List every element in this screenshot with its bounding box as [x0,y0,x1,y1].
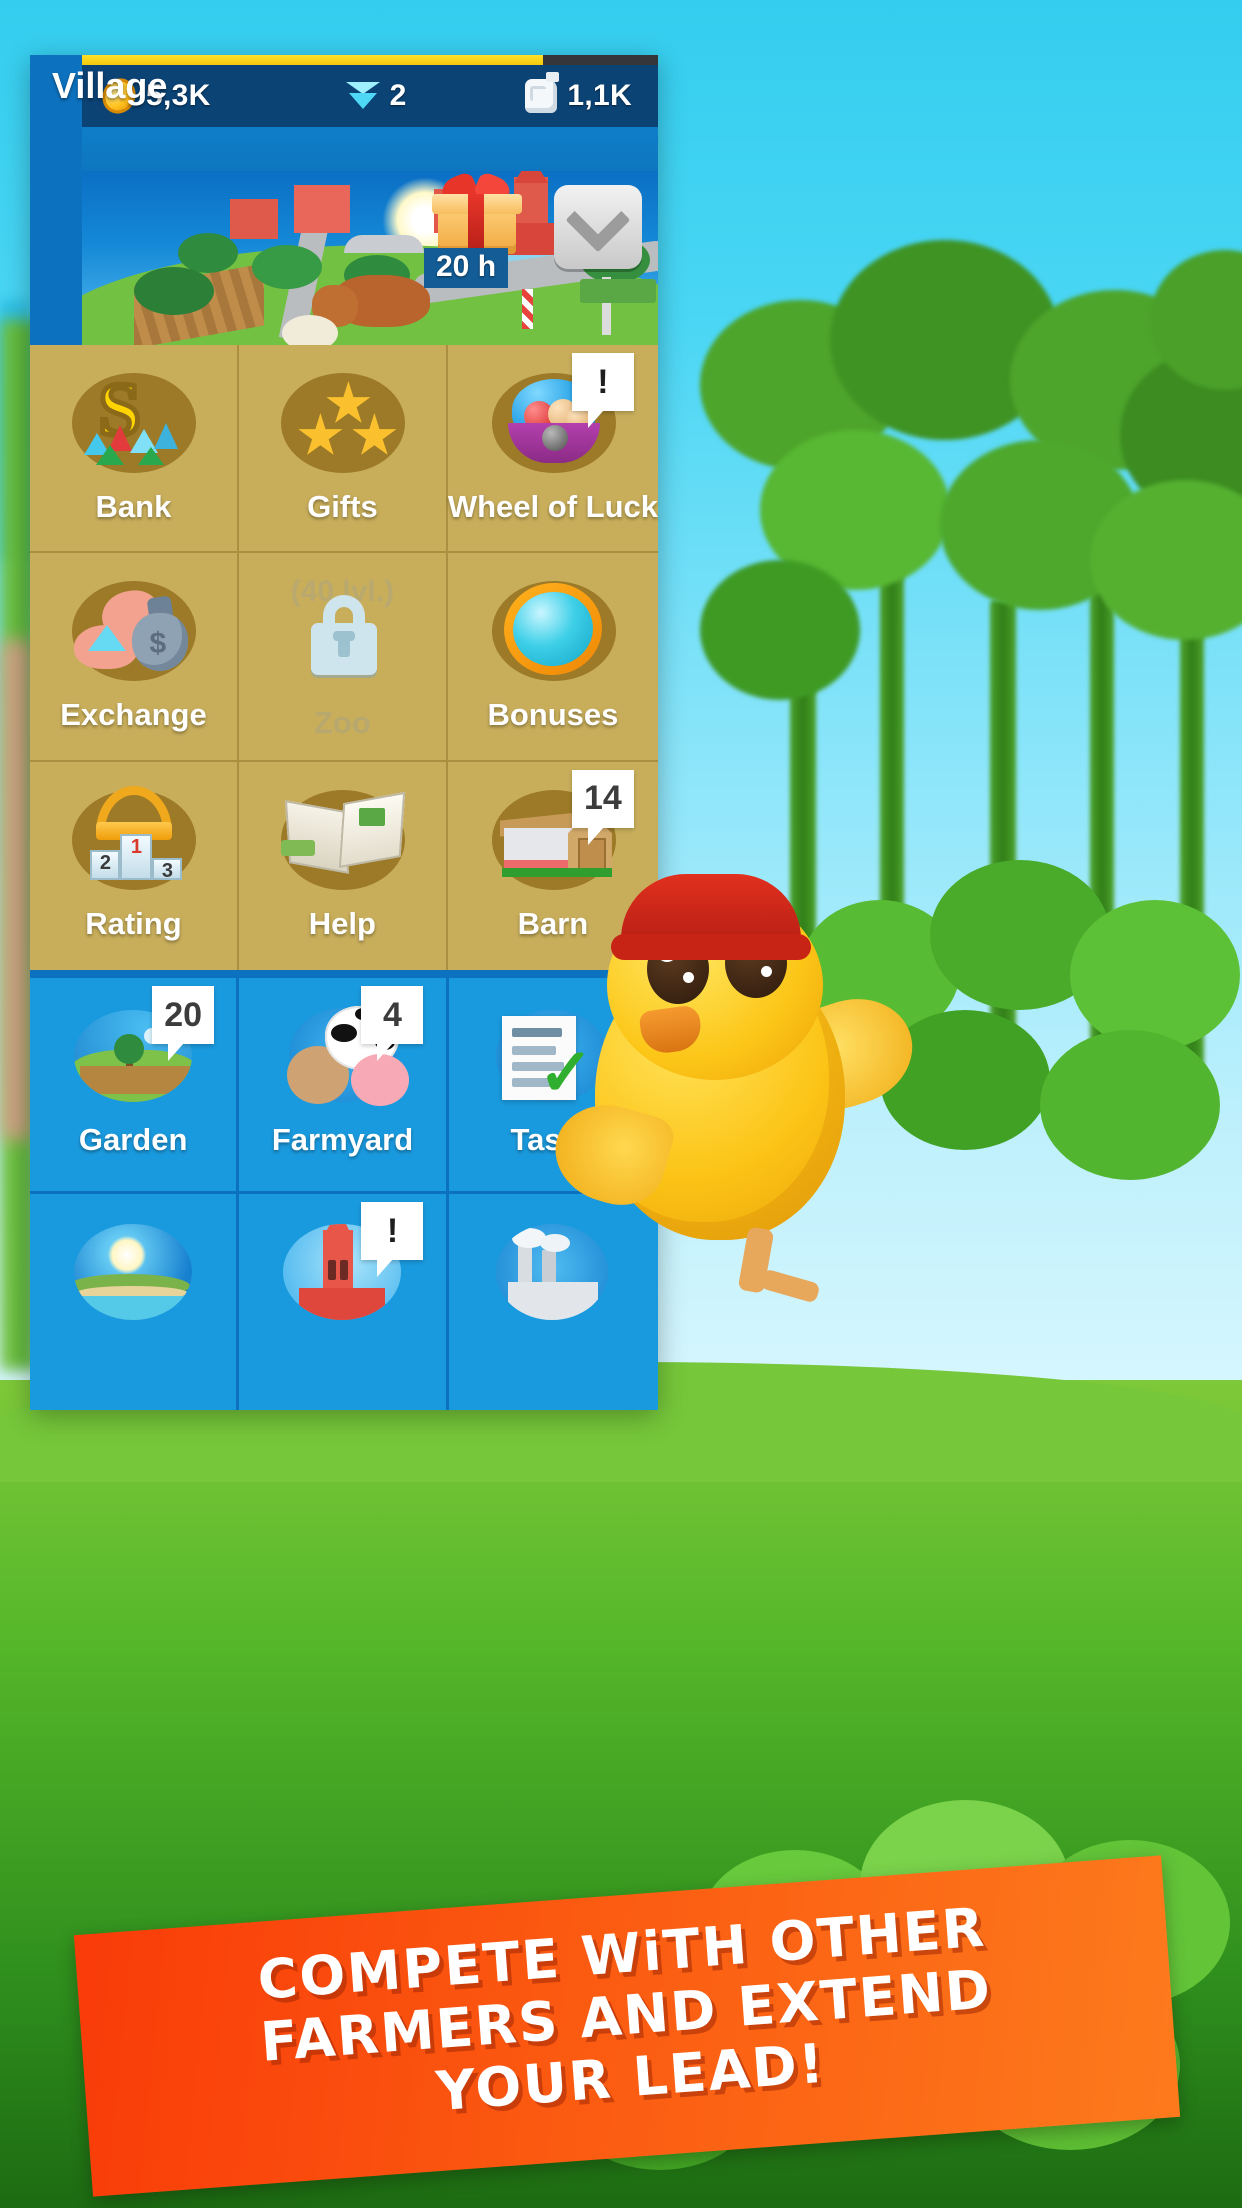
lock-icon [267,595,417,695]
farmyard-count-badge: 4 [361,986,424,1061]
island-graphic [74,1224,193,1320]
gem-icon [345,82,380,110]
barn-icon: 14 [478,769,634,896]
page-title: Village [52,65,168,106]
book-icon [267,784,417,896]
shrub [1040,1030,1220,1180]
menu-item-label: Rating [85,905,182,941]
bookmark [281,839,316,856]
hands-graphic [74,585,194,677]
money-bag [132,613,189,672]
promo-banner-text: COMPETE WiTH OTHER FARMERS AND EXTEND YO… [76,1883,1177,2148]
menu-item-label: Help [308,905,376,941]
chick-cap-brim [611,934,811,960]
bonus-orb-icon [478,575,628,687]
milk-counter[interactable]: 1,1K [525,72,632,113]
menu-item-bonuses[interactable]: Bonuses [447,553,658,762]
notification-badge: ! [571,353,634,428]
barn-grass [501,867,612,877]
menu-item-label: Garden [78,1122,188,1157]
striped-pole [522,289,533,329]
barn-count-badge: 14 [571,769,634,845]
garden-icon: 20 [58,986,215,1112]
garden-count-badge: 20 [152,986,215,1061]
notification-badge: ! [361,1202,424,1277]
bonus-core [508,587,598,672]
menu-item-zoo[interactable]: (40 lvl.) Zoo [238,553,448,762]
book-illustration [359,807,386,826]
gift-ribbon [468,194,484,254]
sign-board [580,279,656,303]
house [294,185,350,233]
sea [74,1296,193,1320]
xp-progress-fill [82,55,543,65]
daily-gift[interactable]: 20 h [424,171,526,288]
chevron-down-icon [565,187,631,253]
resource-bar: 5,3K 2 1,1K [82,65,658,127]
collapse-button[interactable] [554,185,642,269]
gem-small [88,625,127,652]
milk-value: 1,1K [567,79,632,112]
garden-plot [80,1066,191,1094]
xp-progress-bar [82,55,658,65]
menu-item-label: Exchange [60,697,207,733]
menu-item-label: Zoo [313,705,371,741]
tree-leaf [700,560,860,700]
menu-item-gifts[interactable]: Gifts [238,345,448,554]
menu-item-bank[interactable]: S Bank [30,345,239,554]
three-stars [293,381,403,463]
chick-foot [759,1268,821,1304]
podium: 2 1 3 [90,828,183,882]
village-illustration[interactable]: 20 h [82,171,658,349]
book-right-page [339,791,406,868]
church-tower [323,1230,354,1296]
bank-icon: S [58,366,208,479]
menu-item-exchange[interactable]: Exchange [30,553,239,762]
menu-item-garden[interactable]: 20 Garden [30,978,240,1194]
village-tree [252,245,322,289]
village-tree [134,267,214,315]
left-blur-pink [0,640,32,1140]
sun [108,1236,147,1274]
menu-item-rating[interactable]: 2 1 3 Rating [30,761,239,970]
farmyard-icon: 4 [267,986,424,1112]
island-icon [58,1216,208,1328]
menu-item-town[interactable]: ! [239,1194,449,1410]
milk-can-icon [525,72,560,113]
podium-icon: 2 1 3 [58,784,208,896]
menu-item-label: Wheel of Luck [447,489,658,524]
stars-icon [267,367,417,479]
lottery-wheel-icon: ! [478,353,634,479]
menu-item-label: Bonuses [487,697,619,733]
gift-timer: 20 h [424,248,509,288]
menu-item-island[interactable] [30,1194,240,1410]
menu-item-wheel-of-luck[interactable]: ! Wheel of Luck [447,345,658,554]
church-base [299,1288,386,1320]
menu-item-label: Gifts [307,489,378,524]
menu-item-label: Farmyard [271,1122,414,1157]
chick-mascot [543,874,927,1340]
house [230,199,278,239]
lock-keyhole [333,631,356,658]
exchange-icon [58,575,208,687]
menu-grid-gold: S Bank Gifts ! Wheel of Luck $ Exchange … [30,345,658,970]
town-icon: ! [267,1202,424,1328]
menu-item-help[interactable]: Help [239,761,448,970]
sheep [282,315,338,349]
shrub [1070,900,1240,1050]
gem-pile [82,415,186,467]
wheel-hub [541,425,568,451]
menu-item-farmyard[interactable]: 4 Farmyard [239,978,449,1194]
pig [351,1054,410,1106]
tree-crown [114,1034,145,1064]
gems-value: 2 [389,79,407,112]
menu-item-label: Bank [95,489,172,524]
gems-counter[interactable]: 2 [345,79,407,113]
village-tree [178,233,238,273]
bridge [344,235,424,253]
